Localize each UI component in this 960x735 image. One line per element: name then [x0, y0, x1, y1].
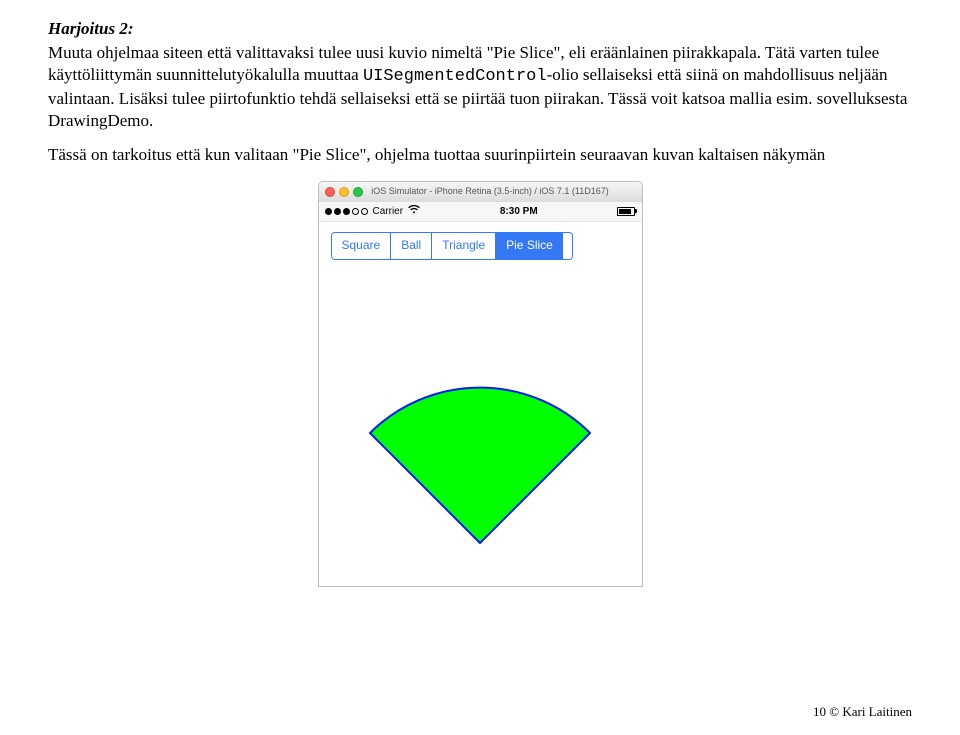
segment-ball[interactable]: Ball: [391, 233, 432, 259]
segment-square[interactable]: Square: [332, 233, 392, 259]
minimize-icon: [339, 187, 349, 197]
paragraph-2: Tässä on tarkoitus että kun valitaan "Pi…: [48, 144, 912, 166]
window-traffic-lights: [319, 187, 369, 197]
status-right: [617, 207, 635, 216]
drawing-canvas: [319, 270, 642, 586]
paragraph-1: Muuta ohjelmaa siteen että valittavaksi …: [48, 42, 912, 132]
page-footer: 10 © Kari Laitinen: [813, 704, 912, 721]
close-icon: [325, 187, 335, 197]
simulator-titlebar: iOS Simulator - iPhone Retina (3.5-inch)…: [318, 181, 643, 202]
phone-frame: Carrier 8:30 PM Square Ball Triangle Pie…: [318, 202, 643, 587]
battery-icon: [617, 207, 635, 216]
wifi-icon: [408, 205, 420, 218]
exercise-heading: Harjoitus 2:: [48, 18, 912, 40]
carrier-label: Carrier: [373, 205, 404, 218]
simulator-title: iOS Simulator - iPhone Retina (3.5-inch)…: [369, 186, 642, 198]
signal-icon: [325, 208, 368, 215]
status-bar: Carrier 8:30 PM: [319, 202, 642, 222]
segment-pie-slice[interactable]: Pie Slice: [496, 233, 563, 259]
app-content: Square Ball Triangle Pie Slice: [319, 222, 642, 586]
pie-slice-shape: [350, 378, 610, 558]
status-time: 8:30 PM: [500, 205, 538, 218]
status-left: Carrier: [325, 205, 421, 218]
zoom-icon: [353, 187, 363, 197]
simulator-screenshot: iOS Simulator - iPhone Retina (3.5-inch)…: [318, 181, 643, 587]
document-page: Harjoitus 2: Muuta ohjelmaa siteen että …: [0, 0, 960, 735]
segment-triangle[interactable]: Triangle: [432, 233, 496, 259]
segmented-control[interactable]: Square Ball Triangle Pie Slice: [331, 232, 573, 260]
code-uisegmentedcontrol: UISegmentedControl: [363, 67, 547, 86]
